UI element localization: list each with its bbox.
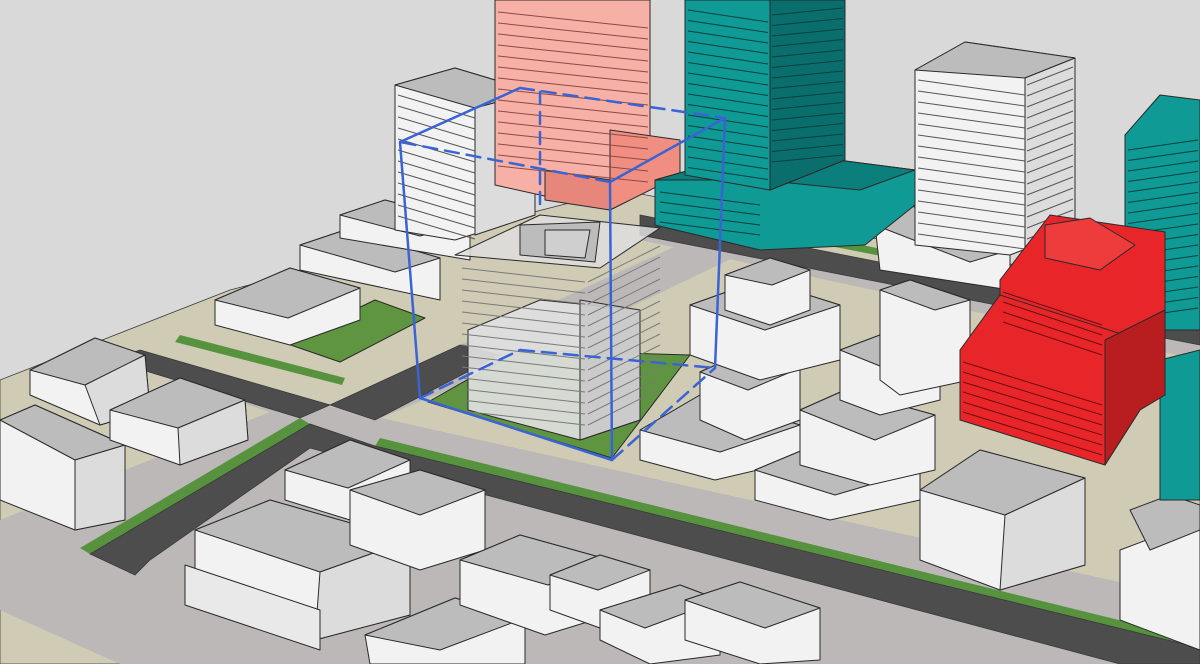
urban-massing-scene <box>0 0 1200 664</box>
